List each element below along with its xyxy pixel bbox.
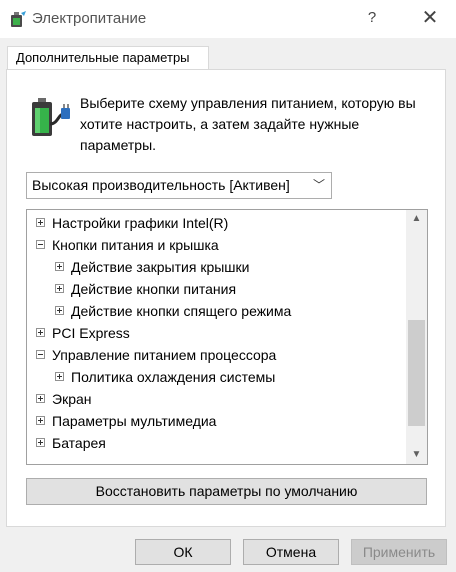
power-options-icon — [11, 11, 26, 27]
collapse-icon[interactable] — [36, 240, 45, 249]
expand-icon[interactable] — [36, 218, 45, 227]
arrow-up-icon[interactable]: ▲ — [406, 210, 427, 228]
power-scheme-value: Высокая производительность [Активен] — [32, 177, 290, 193]
tree-item-label: Действие закрытия крышки — [71, 259, 250, 275]
ok-button[interactable]: ОК — [135, 539, 231, 565]
tree-item[interactable]: Политика охлаждения системы — [27, 366, 405, 388]
settings-tree[interactable]: Настройки графики Intel(R) Кнопки питания… — [26, 209, 428, 465]
expand-icon[interactable] — [36, 328, 45, 337]
close-button[interactable]: ✕ — [418, 5, 442, 31]
tree-scrollbar[interactable]: ▲ ▼ — [406, 210, 427, 464]
restore-defaults-button[interactable]: Восстановить параметры по умолчанию — [26, 478, 427, 505]
expand-icon[interactable] — [36, 438, 45, 447]
battery-plug-icon — [32, 98, 70, 136]
tree-item-label: Настройки графики Intel(R) — [52, 215, 229, 231]
tree-item-label: Действие кнопки питания — [71, 281, 237, 297]
tree-item-label: Действие кнопки спящего режима — [71, 303, 292, 319]
tree-item-label: Параметры мультимедиа — [52, 413, 217, 429]
chevron-down-icon[interactable]: ﹀ — [313, 173, 325, 198]
tree-item[interactable]: Параметры мультимедиа — [27, 410, 405, 432]
expand-icon[interactable] — [36, 416, 45, 425]
tree-item[interactable]: Действие кнопки питания — [27, 278, 405, 300]
tree-item-label: Политика охлаждения системы — [71, 369, 276, 385]
window-title: Электропитание — [32, 10, 147, 27]
collapse-icon[interactable] — [36, 350, 45, 359]
tree-item-label: Управление питанием процессора — [52, 347, 277, 363]
arrow-down-icon[interactable]: ▼ — [406, 446, 427, 464]
title-bar: Электропитание ? ✕ — [0, 0, 456, 38]
tree-item-label: Батарея — [52, 435, 106, 451]
tree-item[interactable]: Кнопки питания и крышка — [27, 234, 405, 256]
tree-item-label: PCI Express — [52, 325, 130, 341]
tree-item[interactable]: Действие кнопки спящего режима — [27, 300, 405, 322]
tree-item-label: Кнопки питания и крышка — [52, 237, 219, 253]
tree-item[interactable]: Батарея — [27, 432, 405, 454]
expand-icon[interactable] — [55, 306, 64, 315]
expand-icon[interactable] — [36, 394, 45, 403]
tree-item[interactable]: PCI Express — [27, 322, 405, 344]
expand-icon[interactable] — [55, 262, 64, 271]
tree-item[interactable]: Действие закрытия крышки — [27, 256, 405, 278]
scrollbar-thumb[interactable] — [408, 319, 425, 427]
apply-button[interactable]: Применить — [351, 539, 447, 565]
tree-item[interactable]: Настройки графики Intel(R) — [27, 212, 405, 234]
power-scheme-select[interactable]: Высокая производительность [Активен] ﹀ — [26, 172, 332, 199]
help-button[interactable]: ? — [362, 9, 382, 26]
description-text: Выберите схему управления питанием, кото… — [80, 95, 416, 153]
expand-icon[interactable] — [55, 372, 64, 381]
cancel-button[interactable]: Отмена — [243, 539, 339, 565]
expand-icon[interactable] — [55, 284, 64, 293]
tree-item[interactable]: Экран — [27, 388, 405, 410]
tree-item-label: Экран — [52, 391, 92, 407]
tree-item[interactable]: Управление питанием процессора — [27, 344, 405, 366]
tab-advanced-settings[interactable]: Дополнительные параметры — [7, 46, 209, 70]
